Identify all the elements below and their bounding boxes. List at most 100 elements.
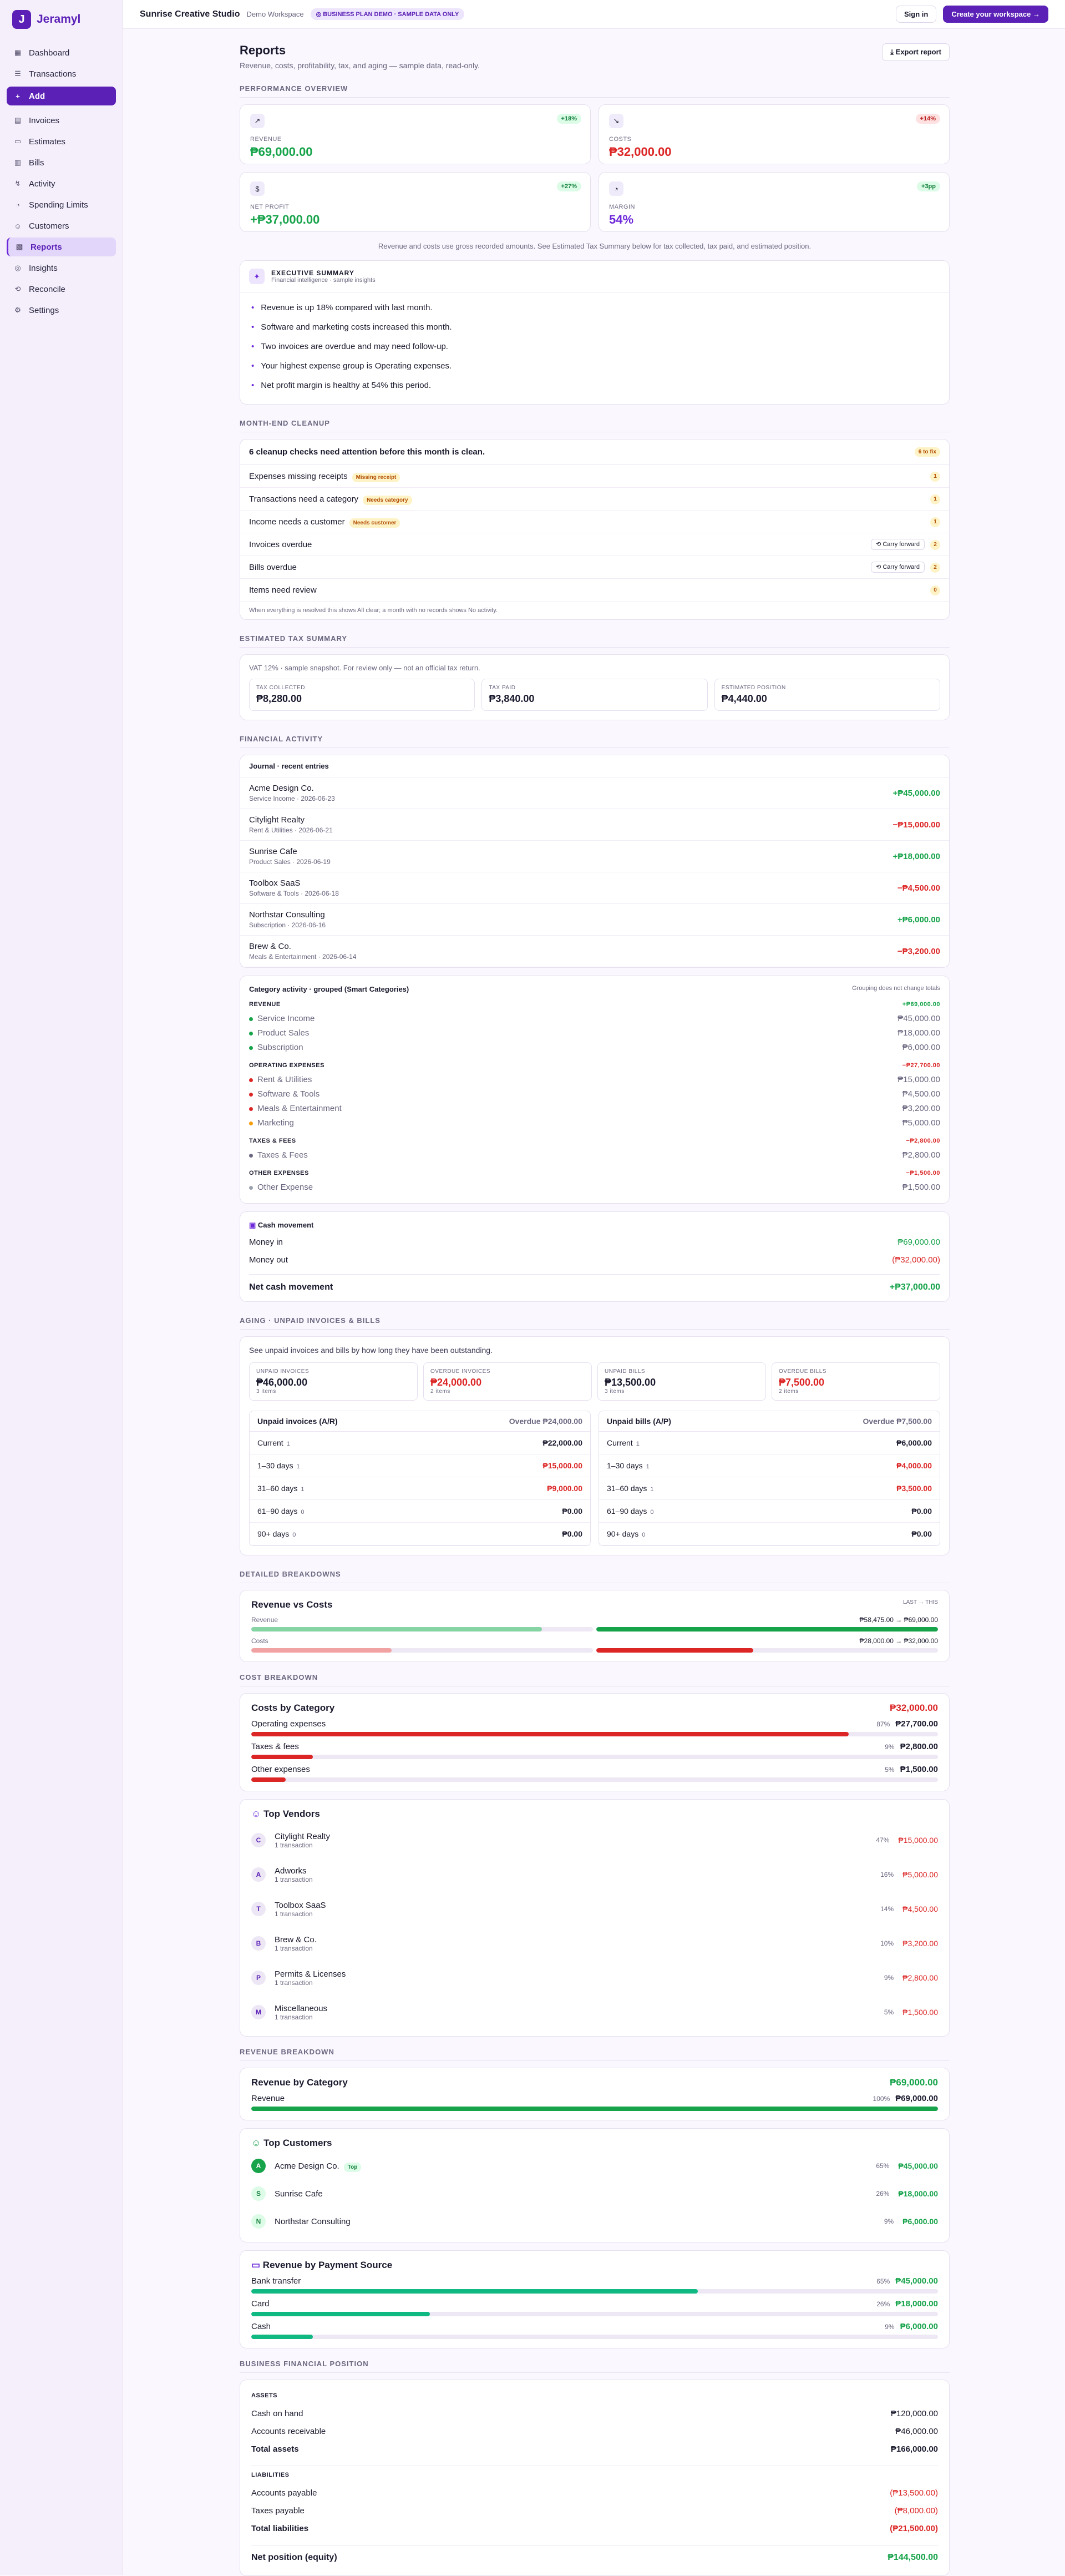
vendor-text: Brew & Co. 1 transaction	[275, 1935, 317, 1952]
sidebar-nav: ▦ Dashboard ☰ Transactions + Add ▤ Invoices ▭ Est…	[0, 39, 123, 326]
customer-pct: 9%	[884, 2218, 894, 2225]
top-customer-badge: Top	[343, 2162, 362, 2172]
cleanup-row[interactable]: Items need review 0	[240, 579, 949, 602]
journal-name: Citylight Realty	[249, 815, 305, 825]
cleanup-row[interactable]: Invoices overdue ⟲ Carry forward 2	[240, 533, 949, 556]
topbar: Sunrise Creative Studio Demo Workspace ◎…	[123, 0, 1065, 29]
net-cash-value: +₱37,000.00	[889, 1282, 940, 1292]
aging-box: OVERDUE INVOICES ₱24,000.00 2 items	[423, 1362, 592, 1401]
aging-bucket: 61–90 days	[257, 1507, 298, 1516]
cleanup-row[interactable]: Expenses missing receipts Missing receipt…	[240, 465, 949, 488]
sidebar-item-label: Estimates	[29, 137, 65, 147]
vendor-row[interactable]: M Miscellaneous 1 transaction 5% ₱1,500.00	[240, 1995, 949, 2029]
aging-bucket-count: 0	[301, 1509, 305, 1516]
sidebar-item-transactions[interactable]: ☰ Transactions	[7, 64, 116, 83]
sidebar-item-settings[interactable]: ⚙ Settings	[7, 301, 116, 320]
aging-row: 61–90 days 0 ₱0.00	[599, 1500, 940, 1523]
sign-in-button[interactable]: Sign in	[895, 6, 937, 23]
journal-amount: −₱3,200.00	[897, 946, 940, 956]
exec-subtitle: Financial intelligence · sample insights	[271, 277, 376, 284]
journal-row[interactable]: Sunrise Cafe Product Sales · 2026-06-19 +₱…	[240, 841, 949, 872]
tax-box-value: ₱8,280.00	[256, 693, 302, 704]
tax-box: TAX PAID ₱3,840.00	[481, 679, 708, 711]
customer-row[interactable]: N Northstar Consulting 9% ₱6,000.00	[240, 2208, 949, 2235]
aging-bucket-wrap: 90+ days 0	[607, 1529, 645, 1538]
add-icon: +	[16, 92, 20, 100]
tax-box-label: TAX PAID	[489, 685, 516, 691]
category-group-name: REVENUE	[249, 1001, 281, 1008]
sidebar-item-activity[interactable]: ↯ Activity	[7, 174, 116, 193]
sidebar-item-add[interactable]: + Add	[7, 87, 116, 105]
costs-by-category-card: Costs by Category ₱32,000.00 Operating ex…	[240, 1693, 950, 1791]
vendor-row[interactable]: B Brew & Co. 1 transaction 10% ₱3,200.00	[240, 1926, 949, 1961]
sidebar-item-label: Invoices	[29, 115, 60, 125]
rvc-bars	[251, 1648, 938, 1653]
journal-row[interactable]: Northstar Consulting Subscription · 2026-…	[240, 904, 949, 936]
category-item-value: ₱4,500.00	[902, 1089, 940, 1099]
paysrc-row: Card 26% ₱18,000.00	[251, 2299, 938, 2316]
sidebar-item-dashboard[interactable]: ▦ Dashboard	[7, 43, 116, 62]
kpi-card: $ +27% NET PROFIT +₱37,000.00	[240, 172, 591, 232]
aging-box-count: 2 items	[779, 1388, 799, 1395]
journal-row[interactable]: Acme Design Co. Service Income · 2026-06-…	[240, 777, 949, 809]
category-item-name: Software & Tools	[257, 1089, 320, 1099]
section-position: Business financial position	[240, 2360, 950, 2373]
carry-forward-button[interactable]: ⟲ Carry forward	[871, 539, 925, 550]
sidebar-item-customers[interactable]: ☺ Customers	[7, 216, 116, 235]
cleanup-row[interactable]: Transactions need a category Needs catego…	[240, 488, 949, 511]
customer-row[interactable]: S Sunrise Cafe 26% ₱18,000.00	[240, 2180, 949, 2208]
progress-bar	[596, 1648, 938, 1653]
aging-bucket: 1–30 days	[257, 1461, 293, 1470]
sidebar-item-reconcile[interactable]: ⟲ Reconcile	[7, 280, 116, 299]
sidebar-item-estimates[interactable]: ▭ Estimates	[7, 132, 116, 151]
customer-row[interactable]: A Acme Design Co. Top 65% ₱45,000.00	[240, 2152, 949, 2180]
vendor-row[interactable]: C Citylight Realty 1 transaction 47% ₱15,000…	[240, 1823, 949, 1857]
aging-amount: ₱4,000.00	[896, 1461, 932, 1470]
customer-right: 65% ₱45,000.00	[876, 2161, 938, 2170]
cleanup-right: ⟲ Carry forward 2	[871, 539, 940, 550]
journal-row[interactable]: Citylight Realty Rent & Utilities · 2026-…	[240, 809, 949, 841]
revcat-title: Revenue by Category	[251, 2077, 348, 2088]
costs-value: ₱2,800.00	[900, 1742, 938, 1751]
vendor-pct: 16%	[880, 1871, 894, 1878]
journal-row[interactable]: Toolbox SaaS Software & Tools · 2026-06-1…	[240, 872, 949, 904]
sidebar-item-insights[interactable]: ◎ Insights	[7, 259, 116, 277]
category-item-value: ₱18,000.00	[897, 1028, 940, 1038]
cleanup-footnote: When everything is resolved this shows A…	[249, 607, 498, 614]
cleanup-row[interactable]: Income needs a customer Needs customer 1	[240, 511, 949, 533]
exec-item: Software and marketing costs increased t…	[251, 317, 938, 337]
create-workspace-button[interactable]: Create your workspace →	[943, 6, 1048, 23]
aging-bucket-count: 0	[650, 1509, 654, 1516]
rvc-legend: LAST → THIS	[903, 1599, 938, 1605]
category-group-total: −₱1,500.00	[906, 1170, 940, 1176]
total-assets-label: Total assets	[251, 2444, 299, 2454]
carry-forward-button[interactable]: ⟲ Carry forward	[871, 562, 925, 573]
vendor-row[interactable]: T Toolbox SaaS 1 transaction 14% ₱4,500.00	[240, 1892, 949, 1926]
sidebar-item-reports[interactable]: ▧ Reports	[7, 238, 116, 256]
vendor-pct: 10%	[880, 1939, 894, 1947]
cleanup-row[interactable]: Bills overdue ⟲ Carry forward 2	[240, 556, 949, 579]
journal-detail: Software & Tools · 2026-06-18	[249, 890, 339, 897]
assets-value: ₱46,000.00	[895, 2426, 938, 2436]
brand[interactable]: J Jeramyl	[0, 0, 123, 39]
progress-fill	[251, 1777, 286, 1782]
sidebar-item-invoices[interactable]: ▤ Invoices	[7, 111, 116, 130]
vendor-row[interactable]: A Adworks 1 transaction 16% ₱5,000.00	[240, 1857, 949, 1892]
export-report-button[interactable]: ⤓ Export report	[882, 43, 950, 61]
revcat-total: ₱69,000.00	[890, 2077, 938, 2088]
journal-entry: Acme Design Co. Service Income · 2026-06-…	[249, 784, 335, 802]
sidebar-item-bills[interactable]: ▥ Bills	[7, 153, 116, 172]
cleanup-item-label: Items need review	[249, 585, 317, 595]
vendor-row[interactable]: P Permits & Licenses 1 transaction 9% ₱2,800…	[240, 1961, 949, 1995]
category-item: Other Expense ₱1,500.00	[249, 1180, 940, 1194]
journal-row[interactable]: Brew & Co. Meals & Entertainment · 2026-0…	[240, 936, 949, 967]
assets-value: ₱120,000.00	[890, 2408, 938, 2418]
aging-box-value: ₱13,500.00	[605, 1377, 656, 1388]
workspace-name: Sunrise Creative Studio	[140, 9, 240, 19]
kpi-grid: ↗ +18% REVENUE ₱69,000.00 ↘ +14% COSTS ₱32,000.…	[240, 104, 950, 232]
customer-text: Sunrise Cafe	[275, 2189, 323, 2199]
category-item-value: ₱15,000.00	[897, 1074, 940, 1084]
vendor-right: 47% ₱15,000.00	[876, 1836, 938, 1845]
settings-icon: ⚙	[14, 306, 21, 314]
sidebar-item-spending-limits[interactable]: ◔ Spending Limits	[7, 195, 116, 214]
